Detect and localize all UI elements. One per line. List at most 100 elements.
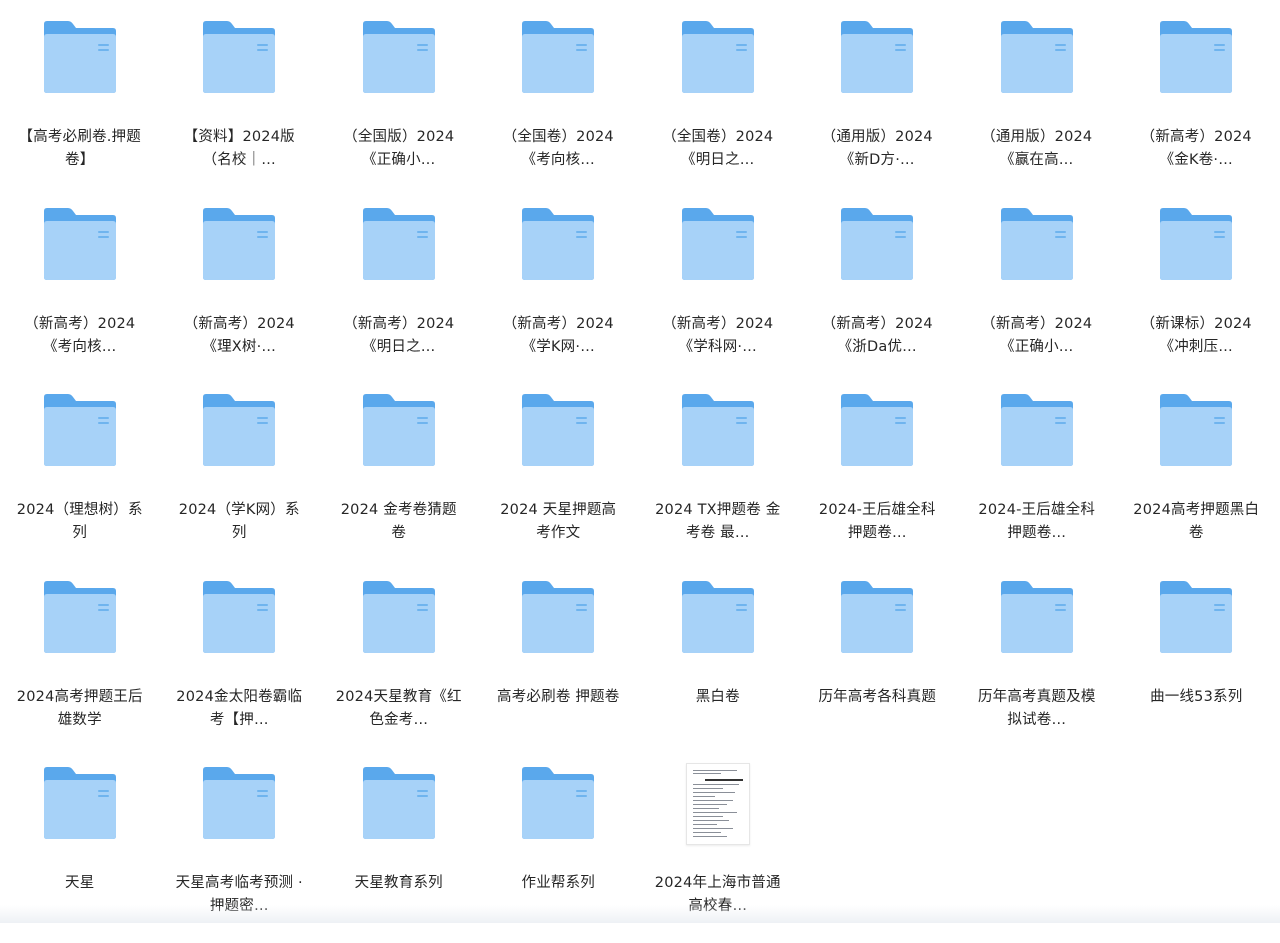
folder-item[interactable]: （通用版）2024《赢在高… xyxy=(957,10,1117,197)
folder-name: 2024天星教育《红色金考… xyxy=(334,686,464,732)
folder-name: 2024-王后雄全科押题卷… xyxy=(812,499,942,545)
folder-icon xyxy=(359,580,439,656)
folder-name: （新高考）2024《浙Da优… xyxy=(812,313,942,359)
folder-name: （新高考）2024《金K卷·… xyxy=(1131,126,1261,172)
folder-name: （通用版）2024《新D方·… xyxy=(812,126,942,172)
folder-name: 【高考必刷卷.押题卷】 xyxy=(15,126,145,172)
folder-icon xyxy=(199,207,279,283)
folder-icon xyxy=(678,20,758,96)
folder-icon xyxy=(40,766,120,842)
document-page xyxy=(686,763,750,845)
folder-icon xyxy=(518,580,598,656)
folder-icon xyxy=(837,393,917,469)
folder-icon xyxy=(997,20,1077,96)
folder-item[interactable]: 2024高考押题王后雄数学 xyxy=(0,570,160,757)
folder-icon xyxy=(199,766,279,842)
folder-icon xyxy=(678,393,758,469)
folder-item[interactable]: 2024（理想树）系列 xyxy=(0,383,160,570)
folder-name: 历年高考真题及模拟试卷… xyxy=(972,686,1102,732)
folder-name: 2024 TX押题卷 金考卷 最… xyxy=(653,499,783,545)
folder-icon xyxy=(359,766,439,842)
folder-name: 2024（理想树）系列 xyxy=(15,499,145,545)
folder-item[interactable]: （新高考）2024《浙Da优… xyxy=(798,197,958,384)
folder-item[interactable]: 2024天星教育《红色金考… xyxy=(319,570,479,757)
folder-item[interactable]: （新高考）2024《正确小… xyxy=(957,197,1117,384)
folder-item[interactable]: （新高考）2024《考向核… xyxy=(0,197,160,384)
folder-icon xyxy=(1156,393,1236,469)
folder-icon xyxy=(199,393,279,469)
folder-icon xyxy=(40,393,120,469)
folder-name: （新高考）2024《明日之… xyxy=(334,313,464,359)
folder-icon xyxy=(40,580,120,656)
folder-item[interactable]: （新课标）2024《冲刺压… xyxy=(1117,197,1277,384)
folder-icon xyxy=(199,20,279,96)
folder-item[interactable]: 2024 金考卷猜题卷 xyxy=(319,383,479,570)
folder-item[interactable]: （新高考）2024《明日之… xyxy=(319,197,479,384)
folder-name: （新高考）2024《学科网·… xyxy=(653,313,783,359)
folder-name: （全国卷）2024《明日之… xyxy=(653,126,783,172)
folder-item[interactable]: 历年高考真题及模拟试卷… xyxy=(957,570,1117,757)
folder-name: 2024-王后雄全科押题卷… xyxy=(972,499,1102,545)
folder-icon xyxy=(518,393,598,469)
folder-name: （新课标）2024《冲刺压… xyxy=(1131,313,1261,359)
folder-name: 2024 金考卷猜题卷 xyxy=(334,499,464,545)
folder-name: 黑白卷 xyxy=(653,686,783,709)
folder-item[interactable]: 2024金太阳卷霸临考【押… xyxy=(160,570,320,757)
folder-name: （新高考）2024《理X树·… xyxy=(174,313,304,359)
folder-item[interactable]: （新高考）2024《金K卷·… xyxy=(1117,10,1277,197)
folder-icon xyxy=(997,393,1077,469)
folder-icon xyxy=(359,20,439,96)
folder-icon xyxy=(1156,207,1236,283)
folder-item[interactable]: （新高考）2024《学科网·… xyxy=(638,197,798,384)
folder-name: 作业帮系列 xyxy=(493,872,623,895)
folder-item[interactable]: 历年高考各科真题 xyxy=(798,570,958,757)
folder-name: 历年高考各科真题 xyxy=(812,686,942,709)
folder-icon xyxy=(518,207,598,283)
bottom-fade xyxy=(0,905,1280,923)
folder-item[interactable]: （全国卷）2024《明日之… xyxy=(638,10,798,197)
folder-icon xyxy=(678,207,758,283)
folder-item[interactable]: 高考必刷卷 押题卷 xyxy=(479,570,639,757)
folder-name: （全国版）2024《正确小… xyxy=(334,126,464,172)
folder-name: 2024 天星押题高考作文 xyxy=(493,499,623,545)
folder-name: （新高考）2024《正确小… xyxy=(972,313,1102,359)
folder-name: （新高考）2024《学K网·… xyxy=(493,313,623,359)
folder-name: 2024（学K网）系列 xyxy=(174,499,304,545)
folder-item[interactable]: 2024 TX押题卷 金考卷 最… xyxy=(638,383,798,570)
folder-name: 曲一线53系列 xyxy=(1131,686,1261,709)
folder-item[interactable]: 【高考必刷卷.押题卷】 xyxy=(0,10,160,197)
folder-icon xyxy=(359,207,439,283)
folder-icon xyxy=(837,580,917,656)
folder-icon xyxy=(678,580,758,656)
folder-name: 天星教育系列 xyxy=(334,872,464,895)
document-thumbnail-icon xyxy=(678,766,758,842)
folder-item[interactable]: 2024 天星押题高考作文 xyxy=(479,383,639,570)
folder-name: 天星 xyxy=(15,872,145,895)
folder-name: 高考必刷卷 押题卷 xyxy=(493,686,623,709)
folder-icon xyxy=(40,207,120,283)
file-grid: 【高考必刷卷.押题卷】【资料】2024版（名校｜… （全国版）2024《正确小… （… xyxy=(0,0,1280,923)
folder-icon xyxy=(997,207,1077,283)
folder-name: （全国卷）2024《考向核… xyxy=(493,126,623,172)
folder-item[interactable]: （新高考）2024《学K网·… xyxy=(479,197,639,384)
folder-item[interactable]: 2024高考押题黑白卷 xyxy=(1117,383,1277,570)
folder-item[interactable]: 2024-王后雄全科押题卷… xyxy=(957,383,1117,570)
folder-icon xyxy=(997,580,1077,656)
folder-icon xyxy=(837,207,917,283)
folder-item[interactable]: 2024-王后雄全科押题卷… xyxy=(798,383,958,570)
folder-icon xyxy=(359,393,439,469)
folder-item[interactable]: 2024（学K网）系列 xyxy=(160,383,320,570)
folder-icon xyxy=(199,580,279,656)
folder-icon xyxy=(518,20,598,96)
folder-item[interactable]: （通用版）2024《新D方·… xyxy=(798,10,958,197)
folder-item[interactable]: 曲一线53系列 xyxy=(1117,570,1277,757)
folder-icon xyxy=(1156,20,1236,96)
folder-item[interactable]: （全国卷）2024《考向核… xyxy=(479,10,639,197)
folder-item[interactable]: （新高考）2024《理X树·… xyxy=(160,197,320,384)
folder-item[interactable]: （全国版）2024《正确小… xyxy=(319,10,479,197)
folder-icon xyxy=(518,766,598,842)
folder-item[interactable]: 黑白卷 xyxy=(638,570,798,757)
folder-name: （新高考）2024《考向核… xyxy=(15,313,145,359)
folder-name: 2024高考押题王后雄数学 xyxy=(15,686,145,732)
folder-item[interactable]: 【资料】2024版（名校｜… xyxy=(160,10,320,197)
